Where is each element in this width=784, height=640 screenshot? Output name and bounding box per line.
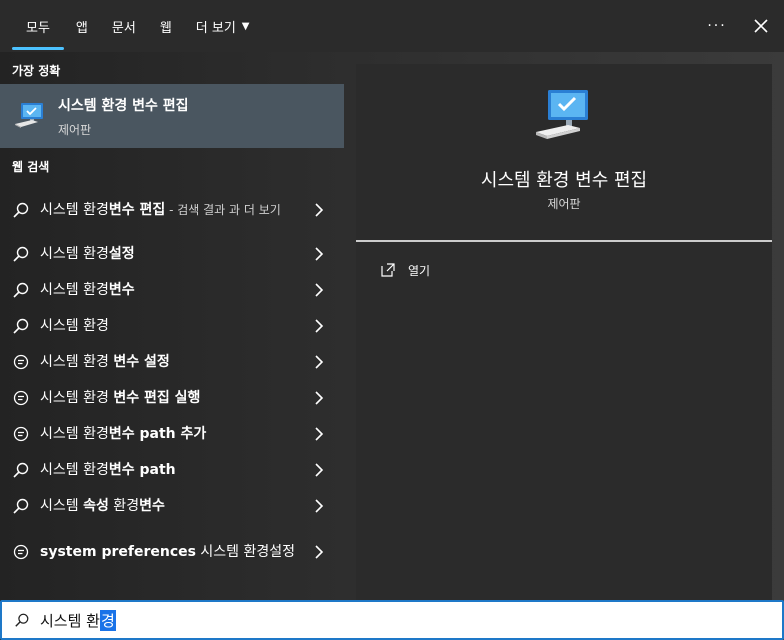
system-properties-icon	[536, 90, 588, 139]
list-item[interactable]: 시스템 속성 환경변수	[0, 488, 344, 524]
search-icon	[12, 317, 30, 335]
list-item[interactable]: 시스템 환경 변수 설정	[0, 344, 344, 380]
filter-tabs: 모두 앱 문서 웹 더 보기 ▼	[12, 0, 262, 52]
list-item[interactable]: system preferences 시스템 환경설정	[0, 524, 344, 580]
chevron-right-icon[interactable]	[312, 499, 326, 513]
result-label: 시스템 속성 환경변수	[40, 498, 165, 514]
list-item[interactable]: 시스템 환경변수	[0, 272, 344, 308]
result-label: 시스템 환경변수 path 추가	[40, 426, 207, 442]
search-icon	[12, 201, 30, 219]
tab-documents[interactable]: 문서	[100, 0, 148, 52]
chevron-right-icon[interactable]	[312, 355, 326, 369]
chevron-right-icon[interactable]	[312, 391, 326, 405]
result-label: 시스템 환경 변수 편집 실행	[40, 390, 201, 406]
chevron-right-icon[interactable]	[312, 203, 326, 217]
result-label: 시스템 환경변수 편집 - 검색 결과 과 더 보기	[40, 202, 281, 218]
chevron-right-icon[interactable]	[312, 247, 326, 261]
result-label: 시스템 환경변수 path	[40, 462, 176, 478]
chevron-right-icon[interactable]	[312, 283, 326, 297]
open-button[interactable]: 열기	[356, 252, 772, 288]
search-text: 시스템 환	[40, 611, 100, 630]
tab-apps[interactable]: 앱	[64, 0, 100, 52]
list-item[interactable]: 시스템 환경 변수 편집 실행	[0, 380, 344, 416]
detail-subtitle: 제어판	[547, 197, 581, 211]
result-label: 시스템 환경설정	[40, 246, 135, 262]
tab-web[interactable]: 웹	[148, 0, 184, 52]
chevron-right-icon[interactable]	[312, 319, 326, 333]
best-match-item[interactable]: 시스템 환경 변수 편집 제어판	[0, 84, 344, 148]
result-label: 시스템 환경변수	[40, 282, 135, 298]
search-bar[interactable]: 시스템 환경	[0, 600, 784, 640]
result-label: system preferences 시스템 환경설정	[40, 544, 296, 560]
tab-label: 문서	[111, 20, 136, 36]
list-item[interactable]: 시스템 환경변수 path 추가	[0, 416, 344, 452]
tab-label: 더 보기	[195, 20, 236, 36]
chat-icon	[12, 389, 30, 407]
detail-pane: 시스템 환경 변수 편집 제어판 열기	[356, 64, 772, 600]
chat-icon	[12, 543, 30, 561]
best-match-subtitle: 제어판	[58, 122, 92, 137]
result-label: 시스템 환경	[40, 318, 109, 334]
search-input[interactable]: 시스템 환경	[40, 609, 116, 631]
chevron-right-icon[interactable]	[312, 545, 326, 559]
tab-label: 모두	[26, 20, 50, 36]
search-window: 모두 앱 문서 웹 더 보기 ▼ ··· 가장 정확 시스템 환경 변수 편집 …	[0, 0, 784, 640]
search-selected-text: 경	[99, 609, 116, 631]
system-properties-icon	[15, 103, 43, 128]
top-bar: 모두 앱 문서 웹 더 보기 ▼ ···	[0, 0, 784, 52]
divider	[356, 240, 772, 242]
ellipsis-icon[interactable]: ···	[704, 13, 730, 39]
web-search-heading: 웹 검색	[12, 160, 50, 174]
chat-icon	[12, 353, 30, 371]
list-item[interactable]: 시스템 환경변수 path	[0, 452, 344, 488]
chevron-right-icon[interactable]	[312, 427, 326, 441]
web-results-list: 시스템 환경변수 편집 - 검색 결과 과 더 보기 시스템 환경설정 시스템 …	[0, 184, 344, 580]
detail-title: 시스템 환경 변수 편집	[480, 170, 648, 191]
list-item[interactable]: 시스템 환경설정	[0, 236, 344, 272]
result-label: 시스템 환경 변수 설정	[40, 354, 170, 370]
open-icon	[381, 263, 395, 277]
results-pane: 가장 정확 시스템 환경 변수 편집 제어판 웹 검색 시스템 환경변수 편집 …	[0, 52, 344, 600]
best-match-heading: 가장 정확	[12, 64, 61, 78]
chevron-right-icon[interactable]	[312, 463, 326, 477]
tab-label: 웹	[159, 20, 172, 36]
chat-icon	[12, 425, 30, 443]
best-match-text: 시스템 환경 변수 편집 제어판	[58, 95, 189, 138]
best-match-title: 시스템 환경 변수 편집	[58, 97, 189, 114]
tab-all[interactable]: 모두	[12, 0, 64, 52]
tab-more[interactable]: 더 보기 ▼	[184, 0, 262, 52]
close-icon[interactable]	[748, 13, 774, 39]
caret-down-icon: ▼	[241, 20, 250, 32]
search-icon	[12, 497, 30, 515]
tab-label: 앱	[75, 20, 88, 36]
search-icon	[12, 245, 30, 263]
search-icon	[12, 461, 30, 479]
list-item[interactable]: 시스템 환경	[0, 308, 344, 344]
list-item[interactable]: 시스템 환경변수 편집 - 검색 결과 과 더 보기	[0, 184, 344, 236]
search-icon	[15, 613, 29, 627]
open-label: 열기	[408, 263, 431, 278]
search-icon	[12, 281, 30, 299]
top-actions: ···	[704, 0, 774, 52]
